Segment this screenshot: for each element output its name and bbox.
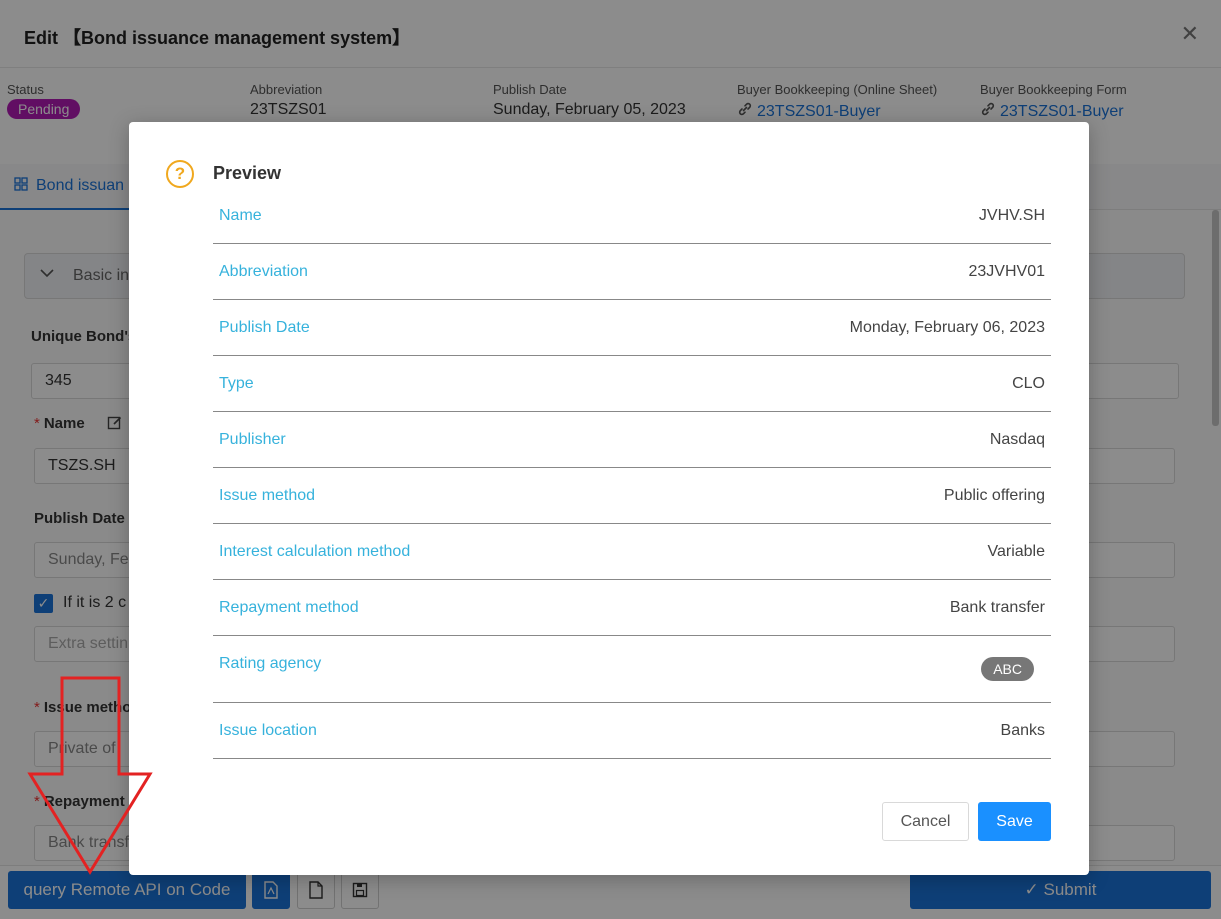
row-value: Public offering xyxy=(943,487,1045,504)
row-label: Name xyxy=(219,207,262,224)
preview-row-issue-method: Issue method Public offering xyxy=(213,468,1051,524)
annotation-arrow xyxy=(27,676,153,875)
preview-row-rating-agency: Rating agency ABC xyxy=(213,636,1051,703)
preview-row-repayment-method: Repayment method Bank transfer xyxy=(213,580,1051,636)
preview-row-name: Name JVHV.SH xyxy=(213,188,1051,244)
cancel-button[interactable]: Cancel xyxy=(882,802,969,841)
row-label: Publish Date xyxy=(219,319,310,336)
row-label: Publisher xyxy=(219,431,286,448)
row-value: Variable xyxy=(987,543,1045,560)
question-icon: ? xyxy=(166,160,194,188)
dialog-title: Preview xyxy=(213,163,282,183)
row-value: Bank transfer xyxy=(949,599,1045,616)
row-value: JVHV.SH xyxy=(978,207,1045,224)
save-button[interactable]: Save xyxy=(978,802,1051,841)
row-label: Issue method xyxy=(219,487,316,504)
preview-row-type: Type CLO xyxy=(213,356,1051,412)
row-value: Monday, February 06, 2023 xyxy=(849,319,1045,336)
rating-agency-badge: ABC xyxy=(981,657,1034,681)
row-label: Abbreviation xyxy=(219,263,308,280)
row-label: Interest calculation method xyxy=(219,543,411,560)
preview-row-publisher: Publisher Nasdaq xyxy=(213,412,1051,468)
row-value: 23JVHV01 xyxy=(968,263,1046,280)
preview-row-issue-location: Issue location Banks xyxy=(213,703,1051,759)
row-label: Rating agency xyxy=(219,655,322,672)
row-label: Type xyxy=(219,375,254,392)
preview-row-interest-method: Interest calculation method Variable xyxy=(213,524,1051,580)
row-label: Issue location xyxy=(219,722,317,739)
row-label: Repayment method xyxy=(219,599,359,616)
row-value: Nasdaq xyxy=(989,431,1045,448)
preview-dialog: ? Preview Name JVHV.SH Abbreviation 23JV… xyxy=(129,122,1089,875)
row-value: Banks xyxy=(1000,722,1045,739)
row-value: CLO xyxy=(1012,375,1045,392)
preview-row-publish-date: Publish Date Monday, February 06, 2023 xyxy=(213,300,1051,356)
preview-row-abbreviation: Abbreviation 23JVHV01 xyxy=(213,244,1051,300)
preview-list: Name JVHV.SH Abbreviation 23JVHV01 Publi… xyxy=(213,188,1051,759)
